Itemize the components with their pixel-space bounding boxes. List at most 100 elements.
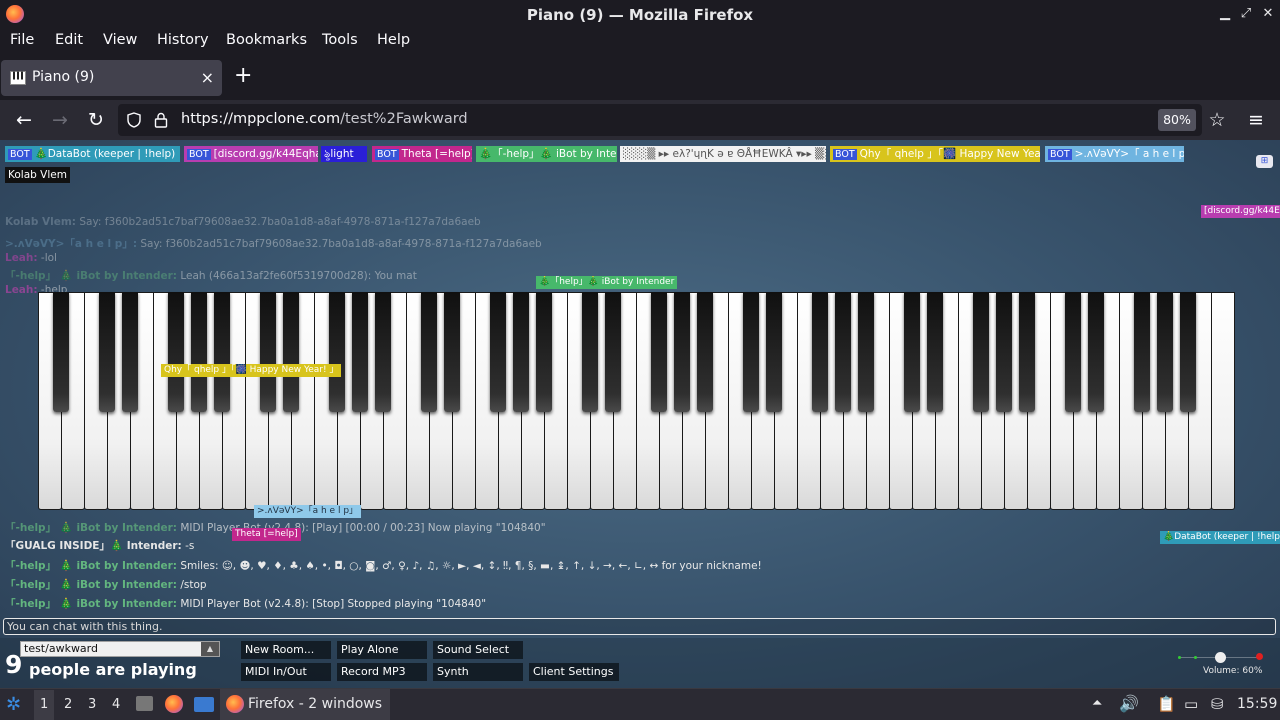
black-key[interactable] (260, 292, 276, 412)
black-key[interactable] (191, 292, 207, 412)
display-icon[interactable]: ▭ (1184, 695, 1198, 713)
black-key[interactable] (1065, 292, 1081, 412)
black-key[interactable] (651, 292, 667, 412)
volume-knob[interactable] (1215, 652, 1226, 663)
clock: 15:59 (1237, 696, 1278, 712)
terminal-icon[interactable] (194, 697, 214, 712)
start-menu-icon[interactable]: ✲ (6, 694, 21, 715)
participant-tag[interactable]: BOT>.ʌVəVY>「 a h e l p 」 (1045, 146, 1184, 162)
taskbar-app-label[interactable]: Firefox - 2 windows (248, 696, 382, 712)
forward-icon[interactable]: → (48, 108, 72, 132)
black-key[interactable] (973, 292, 989, 412)
workspace-1[interactable]: 1 (40, 697, 48, 712)
new-tab-icon[interactable]: + (234, 65, 252, 87)
shield-icon[interactable] (126, 112, 142, 128)
menu-bookmarks[interactable]: Bookmarks (226, 32, 307, 48)
synth-button[interactable]: Synth (433, 663, 523, 681)
settings-toggle-icon[interactable]: ⊞ (1256, 155, 1273, 168)
black-key[interactable] (122, 292, 138, 412)
bot-badge: BOT (1048, 149, 1072, 160)
menu-help[interactable]: Help (377, 32, 410, 48)
url-bar[interactable]: https://mppclone.com/test%2Fawkward 80% (118, 104, 1202, 136)
black-key[interactable] (996, 292, 1012, 412)
chat-author: Leah: (5, 284, 38, 296)
chat-author: >.ʌVəVY>「a h e l p」: (5, 238, 138, 250)
black-key[interactable] (329, 292, 345, 412)
participant-tag[interactable]: ░░░▒ ▸▸ eλ?'ɥɳK ǝ ɐ ΘÅĦEWKÂ ▾▸▸ ▒░░░ (620, 146, 826, 162)
black-key[interactable] (421, 292, 437, 412)
black-key[interactable] (835, 292, 851, 412)
black-key[interactable] (697, 292, 713, 412)
volume-tray-icon[interactable]: 🔊 (1119, 694, 1139, 713)
piano-keyboard[interactable] (38, 292, 1235, 510)
workspace-4[interactable]: 4 (112, 697, 120, 712)
black-key[interactable] (490, 292, 506, 412)
black-key[interactable] (812, 292, 828, 412)
tray-up-icon[interactable]: ⏶ (1092, 696, 1102, 711)
black-key[interactable] (444, 292, 460, 412)
participant-tag[interactable]: BOT [discord.gg/k44Eqha] (184, 146, 318, 162)
menu-edit[interactable]: Edit (55, 32, 83, 48)
menu-tools[interactable]: Tools (322, 32, 358, 48)
menu-file[interactable]: File (10, 32, 34, 48)
black-key[interactable] (53, 292, 69, 412)
chat-input[interactable]: You can chat with this thing. (3, 618, 1276, 635)
black-key[interactable] (1088, 292, 1104, 412)
black-key[interactable] (99, 292, 115, 412)
sound-select-button[interactable]: Sound Select (433, 641, 523, 659)
zoom-level[interactable]: 80% (1158, 109, 1196, 131)
participant-tag[interactable]: BOT Theta [=help] (372, 146, 472, 162)
participant-tag[interactable]: BOT 🎄DataBot (keeper | !help) 🎄 (5, 146, 180, 162)
workspace-2[interactable]: 2 (64, 697, 72, 712)
tab-close-icon[interactable]: × (201, 68, 214, 87)
reload-icon[interactable]: ↻ (84, 108, 108, 132)
black-key[interactable] (513, 292, 529, 412)
file-manager-icon[interactable] (136, 696, 153, 711)
black-key[interactable] (927, 292, 943, 412)
chat-text: MIDI Player Bot (v2.4.8): [Stop] Stopped… (180, 598, 487, 610)
back-icon[interactable]: ← (12, 108, 36, 132)
participant-tag[interactable]: ৡlight (321, 146, 367, 162)
bookmark-star-icon[interactable]: ☆ (1205, 108, 1229, 132)
black-key[interactable] (605, 292, 621, 412)
app-menu-icon[interactable]: ≡ (1244, 108, 1268, 132)
play-alone-button[interactable]: Play Alone (337, 641, 427, 659)
room-select[interactable]: test/awkward ▲ (20, 641, 220, 657)
participant-tag[interactable]: 🎄「-help」🎄 iBot by Intender (476, 146, 617, 162)
minimize-icon[interactable]: ▁ (1217, 6, 1233, 22)
black-key[interactable] (1019, 292, 1035, 412)
chat-author: 「-help」 🎄 iBot by Intender: (5, 270, 177, 282)
new-room-button[interactable]: New Room... (241, 641, 331, 659)
menu-view[interactable]: View (103, 32, 137, 48)
client-settings-button[interactable]: Client Settings (529, 663, 619, 681)
black-key[interactable] (168, 292, 184, 412)
black-key[interactable] (904, 292, 920, 412)
participant-tag[interactable]: BOTQhy「 qhelp 」「🎆 Happy New Year! 」 (830, 146, 1040, 162)
lock-icon[interactable] (154, 112, 168, 128)
black-key[interactable] (1134, 292, 1150, 412)
black-key[interactable] (858, 292, 874, 412)
black-key[interactable] (1157, 292, 1173, 412)
workspace-3[interactable]: 3 (88, 697, 96, 712)
black-key[interactable] (352, 292, 368, 412)
black-key[interactable] (766, 292, 782, 412)
clipboard-icon[interactable]: 📋 (1157, 695, 1176, 713)
tab-piano[interactable]: Piano (9) × (1, 60, 222, 96)
menu-history[interactable]: History (157, 32, 209, 48)
record-mp3-button[interactable]: Record MP3 (337, 663, 427, 681)
black-key[interactable] (674, 292, 690, 412)
restore-icon[interactable]: ⤢ (1238, 6, 1254, 22)
black-key[interactable] (582, 292, 598, 412)
black-key[interactable] (743, 292, 759, 412)
white-key[interactable] (1211, 292, 1235, 510)
black-key[interactable] (283, 292, 299, 412)
midi-in-out-button[interactable]: MIDI In/Out (241, 663, 331, 681)
black-key[interactable] (536, 292, 552, 412)
firefox-launcher-icon[interactable] (165, 695, 183, 713)
network-icon[interactable]: ⛁ (1211, 695, 1224, 713)
black-key[interactable] (375, 292, 391, 412)
black-key[interactable] (1180, 292, 1196, 412)
black-key[interactable] (214, 292, 230, 412)
close-icon[interactable]: ✕ (1260, 6, 1276, 22)
volume-control[interactable]: Volume: 60% (1178, 652, 1268, 684)
